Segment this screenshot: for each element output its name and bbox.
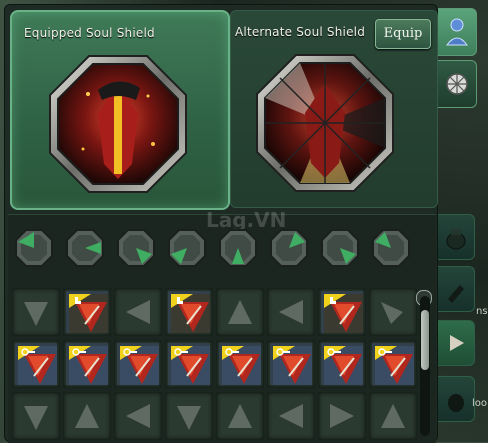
inventory-slot-empty[interactable]: [12, 392, 60, 440]
inventory-slot-empty[interactable]: [63, 392, 111, 440]
inventory-slot-soul-shield-piece[interactable]: [267, 340, 315, 388]
side-text-loo: loo: [472, 398, 488, 409]
soul-shield-piece-icon: [273, 346, 312, 385]
equipped-shield-image: [49, 55, 187, 193]
inventory-slot-empty[interactable]: [216, 392, 264, 440]
soul-shield-piece-icon: [69, 294, 108, 333]
soul-shield-piece: [117, 343, 159, 385]
slot-position-left-icon: [126, 404, 150, 428]
slot-position-right-icon: [330, 404, 354, 428]
alternate-soul-shield-card[interactable]: Alternate Soul Shield Equip: [230, 10, 438, 208]
side-text-ns: ns: [476, 306, 488, 317]
expand-arrow-icon: [450, 335, 464, 351]
soul-shield-piece-icon: [18, 346, 57, 385]
inventory-slot-soul-shield-piece[interactable]: [63, 288, 111, 336]
fragment-slot-2[interactable]: [65, 228, 105, 268]
inventory-slot-soul-shield-piece[interactable]: [216, 340, 264, 388]
bag-icon: [448, 394, 464, 412]
soul-shield-piece: [66, 291, 108, 333]
alternate-shield-image: [256, 54, 394, 192]
soul-shield-piece: [270, 343, 312, 385]
side-button-expand[interactable]: [438, 320, 475, 366]
slot-position-down-icon: [24, 302, 48, 326]
soul-shield-piece: [372, 343, 414, 385]
fragment-slot-4[interactable]: [167, 228, 207, 268]
fragment-slot-6[interactable]: [269, 228, 309, 268]
soul-shield-piece-icon: [324, 294, 363, 333]
soul-shield-piece-icon: [222, 346, 261, 385]
inventory-slot-soul-shield-piece[interactable]: [114, 340, 162, 388]
inventory-slot-empty[interactable]: [369, 288, 417, 336]
slot-position-left-icon: [126, 300, 150, 324]
inventory-slot-empty[interactable]: [165, 392, 213, 440]
inventory-slot-soul-shield-piece[interactable]: [165, 340, 213, 388]
inventory-slot-soul-shield-piece[interactable]: [12, 340, 60, 388]
inventory-slot-empty[interactable]: [267, 392, 315, 440]
soul-shield-piece: [321, 343, 363, 385]
equip-button[interactable]: Equip: [375, 19, 431, 49]
fragment-slot-7[interactable]: [320, 228, 360, 268]
inventory-scrollbar[interactable]: [420, 296, 430, 436]
slot-position-left-icon: [279, 404, 303, 428]
fragment-slot-5[interactable]: [218, 228, 258, 268]
alternate-title: Alternate Soul Shield: [235, 25, 366, 39]
character-icon: [446, 18, 468, 46]
slot-position-up-icon: [228, 300, 252, 324]
slot-position-left-icon: [279, 300, 303, 324]
inventory-slot-empty[interactable]: [114, 392, 162, 440]
side-button-tools[interactable]: [438, 266, 475, 312]
soul-shield-piece: [321, 291, 363, 333]
equipped-soul-shield-card[interactable]: Equipped Soul Shield: [10, 10, 230, 210]
inventory-slot-soul-shield-piece[interactable]: [318, 340, 366, 388]
fragment-slot-3[interactable]: [116, 228, 156, 268]
side-button-bag[interactable]: [438, 376, 475, 422]
inventory-slot-empty[interactable]: [369, 392, 417, 440]
scrollbar-thumb[interactable]: [421, 310, 429, 370]
inventory-slot-empty[interactable]: [216, 288, 264, 336]
slot-position-up-icon: [381, 404, 405, 428]
soul-shield-piece-icon: [171, 294, 210, 333]
inventory-slot-empty[interactable]: [114, 288, 162, 336]
inventory-slot-empty[interactable]: [12, 288, 60, 336]
soul-shield-piece-icon: [171, 346, 210, 385]
side-button-pouch[interactable]: [438, 214, 475, 260]
soul-shield-piece-icon: [324, 346, 363, 385]
soul-shield-piece: [168, 343, 210, 385]
inventory-slot-empty[interactable]: [318, 392, 366, 440]
soul-shield-icon: [446, 73, 468, 95]
slot-position-down-icon: [177, 406, 201, 430]
inventory-slot-empty[interactable]: [267, 288, 315, 336]
inventory-slot-soul-shield-piece[interactable]: [165, 288, 213, 336]
fragment-slot-1[interactable]: [14, 228, 54, 268]
inventory-slot-soul-shield-piece[interactable]: [63, 340, 111, 388]
tab-character[interactable]: [438, 8, 477, 56]
soul-shield-piece-icon: [120, 346, 159, 385]
pouch-icon: [446, 229, 466, 250]
soul-shield-piece-icon: [375, 346, 414, 385]
slot-position-up-icon: [228, 404, 252, 428]
soul-shield-piece: [219, 343, 261, 385]
shield-preview-area: Equipped Soul Shield Alternate Soul Shie…: [8, 8, 438, 210]
inventory-slot-soul-shield-piece[interactable]: [318, 288, 366, 336]
slot-position-up-icon: [75, 404, 99, 428]
slot-position-up-left-icon: [381, 302, 403, 324]
fragment-slot-8[interactable]: [371, 228, 411, 268]
soul-shield-piece-icon: [69, 346, 108, 385]
tools-icon: [448, 285, 464, 303]
soul-shield-piece: [168, 291, 210, 333]
tab-soul-shield[interactable]: [438, 60, 477, 108]
inventory-slot-soul-shield-piece[interactable]: [369, 340, 417, 388]
soul-shield-piece: [66, 343, 108, 385]
slot-position-down-icon: [24, 406, 48, 430]
equipped-title: Equipped Soul Shield: [24, 26, 155, 40]
soul-shield-piece: [15, 343, 57, 385]
